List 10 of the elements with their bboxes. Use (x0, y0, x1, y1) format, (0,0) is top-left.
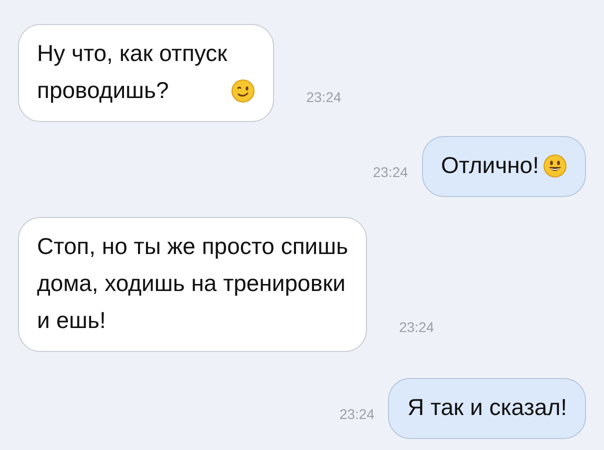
smiling-face-icon (543, 154, 567, 178)
message-text: Стоп, но ты же просто спишь дома, ходишь на тренировки и ешь! (37, 232, 348, 335)
message-text: Отлично! (440, 151, 539, 180)
message-time: 23:24 (306, 88, 342, 107)
message-time: 23:24 (339, 405, 374, 424)
message-time: 23:24 (372, 163, 408, 182)
message-text: Ну что, как отпуск проводишь? (37, 39, 228, 105)
winking-face-icon (231, 79, 256, 103)
message-text: Я так и сказал! (407, 393, 567, 422)
message-time: 23:24 (399, 318, 434, 337)
